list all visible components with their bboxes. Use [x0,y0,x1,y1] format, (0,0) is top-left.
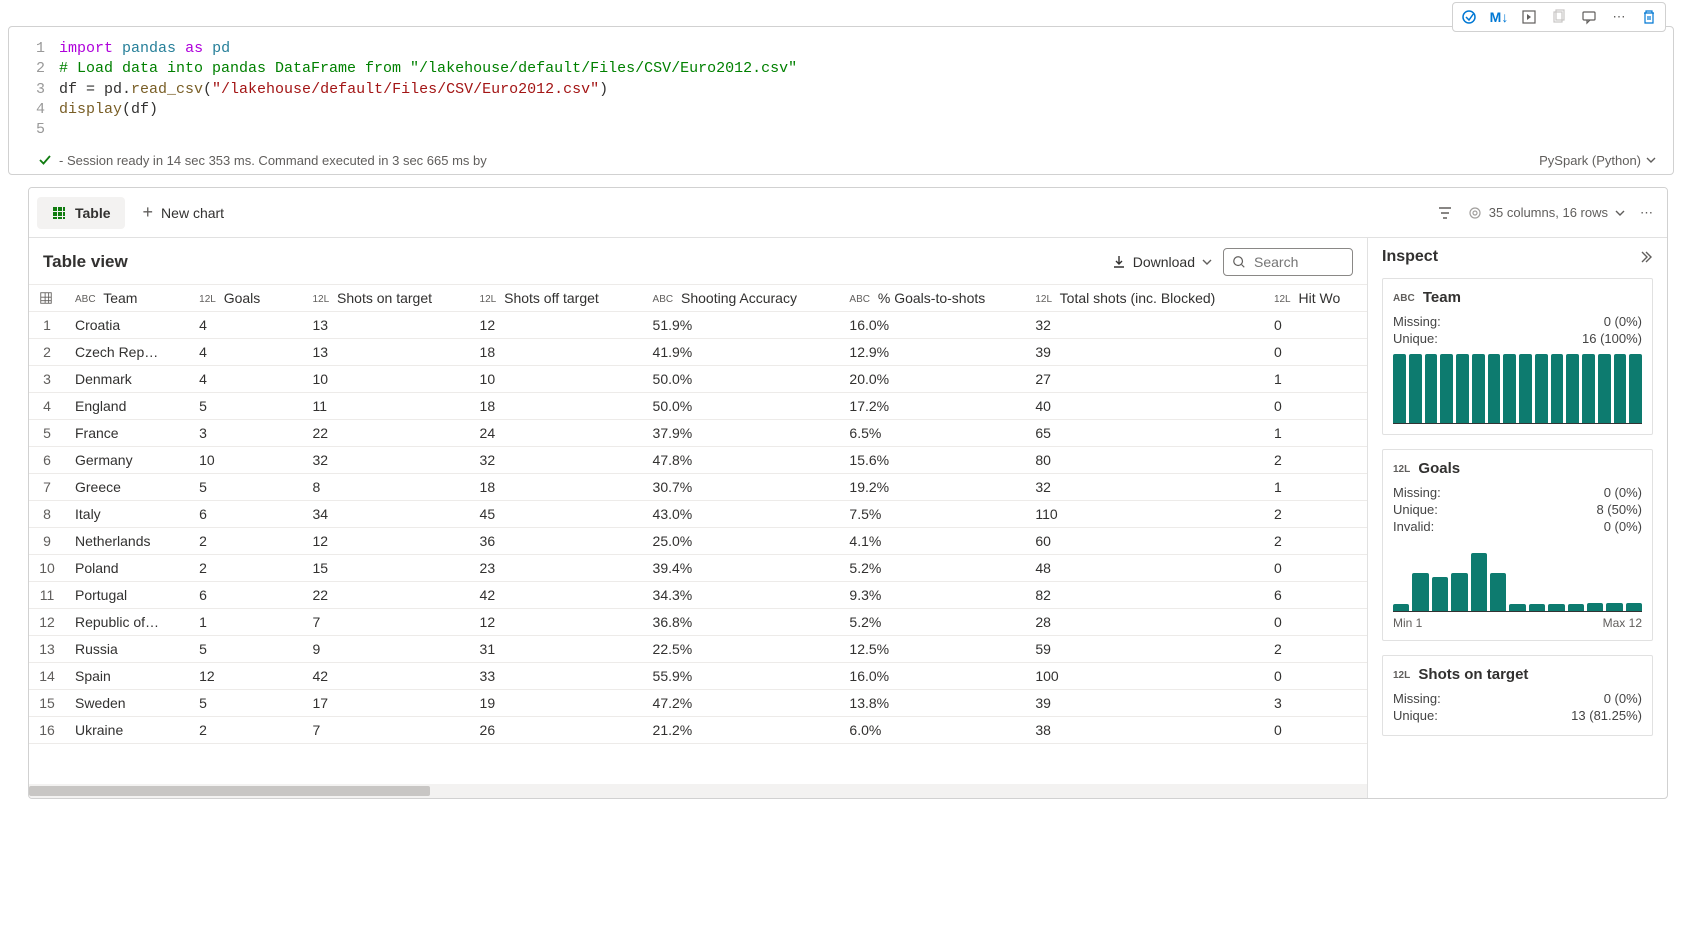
tab-table[interactable]: Table [37,197,125,229]
column-header[interactable]: 12L Goals [189,285,302,312]
collapse-inspect-icon[interactable] [1637,249,1653,265]
tab-new-chart[interactable]: + New chart [129,194,239,231]
search-input[interactable] [1223,248,1353,276]
code-editor[interactable]: 12345 import pandas as pd# Load data int… [9,27,1673,148]
status-check-icon [37,152,53,168]
table-row[interactable]: 8Italy6344543.0%7.5%1102 [29,501,1367,528]
horizontal-scrollbar[interactable] [29,784,1367,798]
column-header[interactable]: 12L Shots off target [470,285,643,312]
table-row[interactable]: 2Czech Rep…4131841.9%12.9%390 [29,339,1367,366]
inspect-column-card[interactable]: ABC TeamMissing:0 (0%)Unique:16 (100%) [1382,278,1653,435]
download-icon [1111,254,1127,270]
row-index-header[interactable] [29,285,65,312]
column-header[interactable]: ABC Shooting Accuracy [643,285,840,312]
markdown-icon[interactable]: M↓ [1485,5,1513,29]
column-header[interactable]: 12L Shots on target [302,285,469,312]
more-output-icon[interactable]: ⋯ [1640,205,1653,221]
status-bar: - Session ready in 14 sec 353 ms. Comman… [9,148,1673,174]
table-row[interactable]: 3Denmark4101050.0%20.0%271 [29,366,1367,393]
download-button[interactable]: Download [1111,254,1213,270]
run-below-icon[interactable] [1515,5,1543,29]
copy-icon[interactable] [1545,5,1573,29]
column-header[interactable]: ABC % Goals-to-shots [839,285,1025,312]
column-header[interactable]: 12L Hit Wo [1264,285,1367,312]
chevron-down-icon [1645,154,1657,166]
table-row[interactable]: 4England5111850.0%17.2%400 [29,393,1367,420]
table-row[interactable]: 14Spain12423355.9%16.0%1000 [29,663,1367,690]
distribution-chart [1393,354,1642,424]
table-view-title: Table view [43,252,128,272]
inspect-title: Inspect [1382,248,1438,266]
inspect-column-card[interactable]: 12L GoalsMissing:0 (0%)Unique:8 (50%)Inv… [1382,449,1653,641]
data-wrangler-icon[interactable] [1455,5,1483,29]
inspect-column-card[interactable]: 12L Shots on targetMissing:0 (0%)Unique:… [1382,655,1653,736]
column-header[interactable]: 12L Total shots (inc. Blocked) [1025,285,1264,312]
table-row[interactable]: 5France3222437.9%6.5%651 [29,420,1367,447]
delete-icon[interactable] [1635,5,1663,29]
table-grid-icon [51,205,67,221]
plus-icon: + [143,202,154,223]
status-text: - Session ready in 14 sec 353 ms. Comman… [59,153,487,168]
filter-icon[interactable] [1437,205,1453,221]
chevron-down-icon [1201,256,1213,268]
table-row[interactable]: 15Sweden5171947.2%13.8%393 [29,690,1367,717]
gear-icon [1467,205,1483,221]
table-row[interactable]: 10Poland2152339.4%5.2%480 [29,555,1367,582]
search-icon [1232,255,1246,269]
table-row[interactable]: 12Republic of…171236.8%5.2%280 [29,609,1367,636]
table-row[interactable]: 1Croatia4131251.9%16.0%320 [29,312,1367,339]
column-header[interactable]: ABC Team [65,285,189,312]
table-row[interactable]: 9Netherlands2123625.0%4.1%602 [29,528,1367,555]
distribution-chart [1393,542,1642,612]
language-selector[interactable]: PySpark (Python) [1539,153,1657,168]
table-row[interactable]: 13Russia593122.5%12.5%592 [29,636,1367,663]
chevron-down-icon [1614,207,1626,219]
table-row[interactable]: 16Ukraine272621.2%6.0%380 [29,717,1367,744]
columns-info[interactable]: 35 columns, 16 rows [1467,205,1626,221]
more-icon[interactable]: ⋯ [1605,5,1633,29]
inspect-panel: Inspect ABC TeamMissing:0 (0%)Unique:16 … [1367,238,1667,798]
table-row[interactable]: 6Germany10323247.8%15.6%802 [29,447,1367,474]
table-row[interactable]: 7Greece581830.7%19.2%321 [29,474,1367,501]
comment-icon[interactable] [1575,5,1603,29]
cell-toolbar: M↓ ⋯ [1452,2,1666,32]
table-row[interactable]: 11Portugal6224234.3%9.3%826 [29,582,1367,609]
data-table[interactable]: ABC Team12L Goals12L Shots on target12L … [29,284,1367,744]
output-panel: Table + New chart 35 columns, 16 rows ⋯ [28,187,1668,799]
code-cell: 12345 import pandas as pd# Load data int… [8,26,1674,175]
